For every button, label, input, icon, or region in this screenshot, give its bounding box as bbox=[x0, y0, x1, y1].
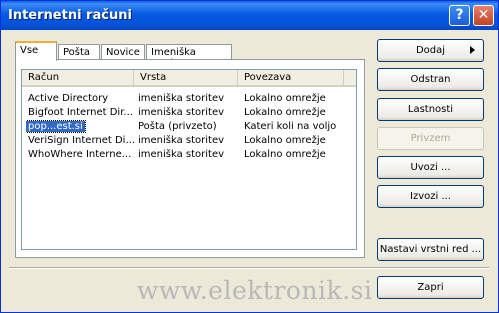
row-0-account[interactable]: Active Directory bbox=[28, 92, 134, 105]
row-1-type: imeniška storitev bbox=[138, 107, 225, 118]
row-4-account[interactable]: WhoWhere Interne... bbox=[28, 148, 134, 161]
row-0-connection: Lokalno omrežje bbox=[244, 93, 326, 104]
watermark-text: www.elektronik.si bbox=[137, 276, 373, 305]
row-2-account[interactable]: pop...est.si bbox=[26, 120, 134, 133]
import-button[interactable]: Uvozi ... bbox=[377, 156, 484, 179]
chevron-right-icon bbox=[470, 46, 475, 54]
title-bar[interactable]: Internetni računi ? ✕ bbox=[1, 1, 498, 30]
row-0-type: imeniška storitev bbox=[138, 93, 225, 104]
tab-all[interactable]: Vse bbox=[15, 41, 57, 61]
close-window-button[interactable]: ✕ bbox=[473, 5, 494, 26]
column-header-filler bbox=[344, 70, 356, 87]
row-4-connection: Lokalno omrežje bbox=[244, 149, 326, 160]
row-3-account[interactable]: VeriSign Internet Di... bbox=[28, 134, 134, 147]
row-3-connection: Lokalno omrežje bbox=[244, 135, 326, 146]
row-1-account[interactable]: Bigfoot Internet Dir... bbox=[28, 106, 134, 119]
row-2-connection: Kateri koli na voljo bbox=[244, 121, 337, 132]
remove-button[interactable]: Odstran bbox=[377, 68, 484, 91]
row-2-type: Pošta (privzeto) bbox=[138, 121, 217, 132]
set-order-button[interactable]: Nastavi vrstni red ... bbox=[377, 238, 484, 261]
separator-line bbox=[9, 267, 489, 269]
set-default-button[interactable]: Privzem bbox=[377, 127, 484, 150]
add-button[interactable]: Dodaj bbox=[377, 39, 484, 62]
help-button[interactable]: ? bbox=[449, 5, 470, 26]
row-1-connection: Lokalno omrežje bbox=[244, 107, 326, 118]
window-title: Internetni računi bbox=[8, 8, 132, 23]
row-3-type: imeniška storitev bbox=[138, 135, 225, 146]
row-4-type: imeniška storitev bbox=[138, 149, 225, 160]
column-header-connection[interactable]: Povezava bbox=[238, 70, 344, 87]
column-header-type[interactable]: Vrsta bbox=[134, 70, 238, 87]
close-button[interactable]: Zapri bbox=[377, 276, 484, 299]
column-header-account[interactable]: Račun bbox=[22, 70, 134, 87]
add-button-label: Dodaj bbox=[415, 45, 446, 56]
selected-account-label[interactable]: pop...est.si bbox=[26, 120, 86, 133]
accounts-list[interactable]: Račun Vrsta Povezava Active Directory im… bbox=[21, 69, 357, 250]
export-button[interactable]: Izvozi ... bbox=[377, 185, 484, 208]
properties-button[interactable]: Lastnosti bbox=[377, 98, 484, 121]
